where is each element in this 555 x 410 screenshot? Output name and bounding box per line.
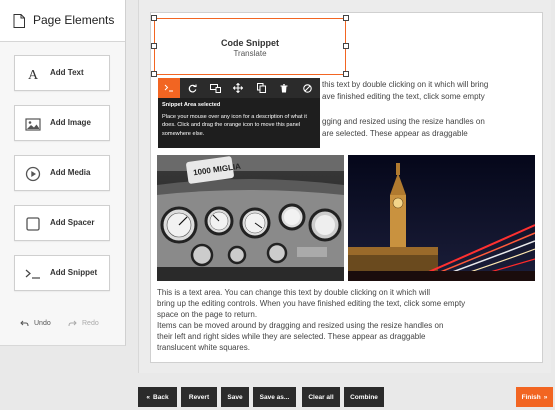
- text-line[interactable]: this text by double clicking on it which…: [322, 79, 488, 91]
- terminal-icon: [25, 269, 40, 279]
- add-spacer-label: Add Spacer: [50, 218, 95, 227]
- sidebar-header: Page Elements: [0, 0, 125, 42]
- text-line[interactable]: translucent white squares.: [157, 342, 250, 354]
- square-icon: [26, 217, 40, 231]
- cancel-icon: [302, 83, 312, 93]
- add-image-label: Add Image: [50, 118, 91, 127]
- display-icon: [209, 83, 221, 93]
- add-media-label: Add Media: [50, 168, 91, 177]
- big-ben-night-image: [348, 155, 535, 281]
- code-snippet-box[interactable]: Code Snippet Translate: [154, 18, 346, 75]
- copy-icon: [256, 83, 266, 93]
- text-line[interactable]: Items can be moved around by dragging an…: [157, 320, 443, 332]
- text-line[interactable]: space on the page to return.: [157, 309, 257, 321]
- snippet-title: Code Snippet: [221, 38, 279, 48]
- move-button[interactable]: [227, 78, 249, 98]
- chevron-right-icon: »: [543, 393, 548, 401]
- snippet-toolbar: [158, 78, 320, 98]
- text-line[interactable]: bring up the editing controls. When you …: [157, 298, 465, 310]
- cancel-button[interactable]: [296, 78, 318, 98]
- resize-handle[interactable]: [151, 15, 157, 21]
- undo-icon: [20, 320, 29, 327]
- finish-button[interactable]: Finish »: [516, 387, 553, 407]
- save-as-label: Save as...: [259, 393, 290, 401]
- undo-button[interactable]: Undo: [20, 320, 51, 327]
- resize-handle[interactable]: [343, 71, 349, 77]
- redo-button[interactable]: Redo: [68, 320, 99, 327]
- clear-all-label: Clear all: [308, 393, 334, 401]
- add-spacer-button[interactable]: Add Spacer: [14, 205, 110, 241]
- toolbar-tooltip: Snippet Area selected Place your mouse o…: [158, 98, 320, 148]
- page-icon: [13, 14, 25, 28]
- chevron-left-icon: «: [146, 393, 151, 401]
- back-button[interactable]: « Back: [138, 387, 177, 407]
- undo-label: Undo: [34, 320, 51, 327]
- save-label: Save: [227, 393, 243, 401]
- text-icon: A: [28, 68, 39, 82]
- tooltip-body: Place your mouse over any icon for a des…: [162, 113, 307, 137]
- add-image-button[interactable]: Add Image: [14, 105, 110, 141]
- add-text-button[interactable]: A Add Text: [14, 55, 110, 91]
- resize-handle[interactable]: [151, 71, 157, 77]
- add-media-button[interactable]: Add Media: [14, 155, 110, 191]
- svg-text:A: A: [28, 68, 39, 82]
- image-icon: [25, 118, 41, 131]
- drag-handle-button[interactable]: [158, 78, 180, 98]
- big-ben-photo[interactable]: [348, 155, 535, 281]
- dashboard-photo[interactable]: 1000 MIGLIA: [157, 155, 344, 281]
- text-line[interactable]: ave finished editing the text, click som…: [322, 91, 485, 103]
- play-icon: [25, 166, 41, 182]
- copy-button[interactable]: [250, 78, 272, 98]
- refresh-icon: [188, 84, 197, 92]
- text-line[interactable]: gging and resized using the resize handl…: [322, 116, 485, 128]
- snippet-subtitle: Translate: [233, 49, 267, 58]
- combine-label: Combine: [350, 393, 378, 401]
- display-button[interactable]: [204, 78, 226, 98]
- move-icon: [233, 83, 243, 93]
- save-button[interactable]: Save: [221, 387, 249, 407]
- resize-handle[interactable]: [343, 43, 349, 49]
- revert-label: Revert: [188, 393, 210, 401]
- save-as-button[interactable]: Save as...: [253, 387, 296, 407]
- finish-label: Finish: [521, 393, 541, 401]
- text-line[interactable]: are selected. These appear as draggable: [322, 128, 468, 140]
- delete-button[interactable]: [273, 78, 295, 98]
- clear-all-button[interactable]: Clear all: [302, 387, 340, 407]
- car-dashboard-image: 1000 MIGLIA: [157, 155, 344, 281]
- trash-icon: [280, 83, 288, 92]
- resize-handle[interactable]: [343, 15, 349, 21]
- terminal-icon: [164, 84, 173, 92]
- text-line[interactable]: This is a text area. You can change this…: [157, 287, 430, 299]
- add-snippet-label: Add Snippet: [50, 268, 98, 277]
- resize-handle[interactable]: [151, 43, 157, 49]
- text-line[interactable]: their left and right sides while they ar…: [157, 331, 425, 343]
- sidebar: Page Elements A Add Text Add Image Add M…: [0, 0, 126, 346]
- add-snippet-button[interactable]: Add Snippet: [14, 255, 110, 291]
- redo-label: Redo: [82, 320, 99, 327]
- combine-button[interactable]: Combine: [344, 387, 384, 407]
- sidebar-title: Page Elements: [33, 13, 115, 27]
- back-label: Back: [153, 393, 169, 401]
- revert-button[interactable]: Revert: [181, 387, 217, 407]
- redo-icon: [68, 320, 77, 327]
- add-text-label: Add Text: [50, 68, 84, 77]
- refresh-button[interactable]: [181, 78, 203, 98]
- tooltip-title: Snippet Area selected: [162, 102, 221, 108]
